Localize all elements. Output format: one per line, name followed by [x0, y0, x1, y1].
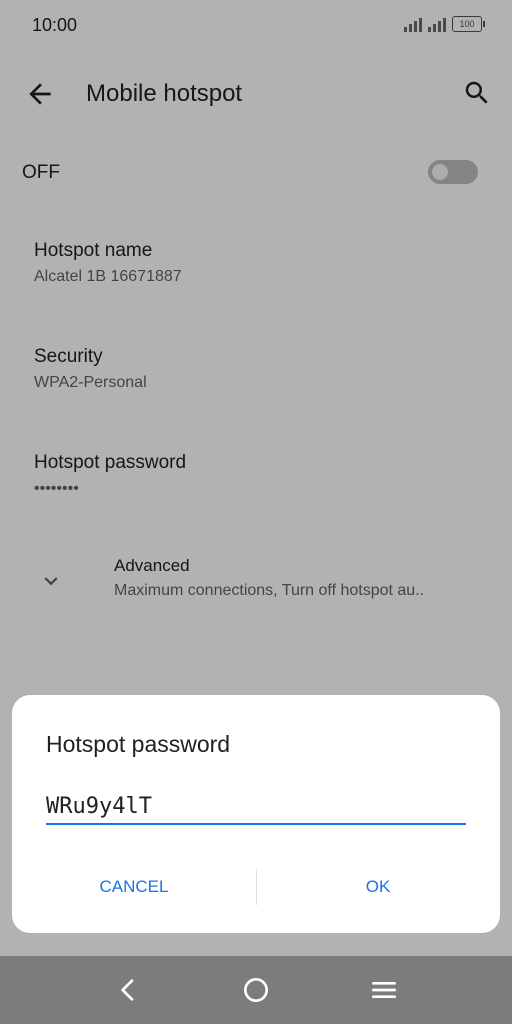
- nav-back-icon[interactable]: [112, 974, 144, 1006]
- password-dialog: Hotspot password CANCEL OK: [12, 695, 500, 933]
- password-input[interactable]: [46, 789, 466, 825]
- cancel-button[interactable]: CANCEL: [12, 865, 256, 909]
- dialog-title: Hotspot password: [46, 731, 231, 757]
- nav-menu-icon[interactable]: [368, 974, 400, 1006]
- ok-button[interactable]: OK: [256, 865, 500, 909]
- nav-home-icon[interactable]: [240, 974, 272, 1006]
- mobile-hotspot-screen: 10:00 100 Mobile hotspot OFF Hotspot nam…: [0, 0, 512, 1024]
- navigation-bar: [0, 956, 512, 1024]
- dialog-actions: CANCEL OK: [12, 865, 500, 909]
